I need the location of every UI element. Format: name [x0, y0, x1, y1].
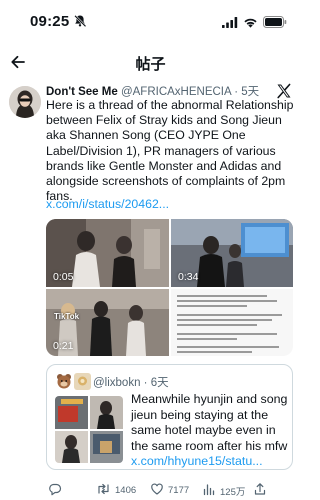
signal-icon — [222, 15, 238, 33]
media-video-2[interactable]: 0:34 — [171, 219, 293, 287]
retweet-button[interactable]: 1406 — [96, 482, 136, 499]
screenshot-text-lines — [171, 289, 293, 356]
tweet-text: Here is a thread of the abnormal Relatio… — [46, 98, 294, 204]
media-grid: 0:05 0:34 TikTok 0:21 — [46, 219, 293, 356]
handle-and-time[interactable]: @AFRICAxHENECIA · 5天 — [121, 86, 259, 98]
retweet-count: 1406 — [115, 485, 137, 496]
like-icon — [150, 482, 164, 499]
bell-slash-icon — [73, 14, 87, 28]
like-count: 7177 — [168, 485, 190, 496]
quoted-avatar — [55, 372, 73, 390]
header: 帖子 — [0, 44, 301, 80]
tiktok-watermark: TikTok — [54, 312, 80, 321]
media-video-3[interactable]: TikTok 0:21 — [46, 289, 169, 356]
video-duration: 0:05 — [53, 271, 74, 283]
share-icon — [253, 482, 267, 499]
media-screenshot[interactable] — [171, 289, 293, 356]
quoted-avatar-decor — [74, 373, 91, 395]
retweet-icon — [96, 482, 111, 499]
status-icons — [222, 15, 287, 33]
tweet-header: Don't See Me @AFRICAxHENECIA · 5天 — [46, 83, 271, 99]
quoted-text: Meanwhile hyunjin and song jieun being s… — [131, 392, 291, 469]
views-count: 125万 — [220, 486, 246, 498]
page-title: 帖子 — [135, 56, 166, 73]
quoted-tweet[interactable]: @lixbokn · 6天 Meanwhile hyunjin and song… — [46, 364, 293, 470]
reply-button[interactable] — [48, 482, 62, 499]
avatar[interactable] — [9, 86, 41, 118]
quoted-body: Meanwhile hyunjin and song jieun being s… — [131, 392, 288, 453]
battery-icon — [263, 15, 287, 33]
action-bar: 1406 7177 125万 — [0, 478, 301, 500]
reply-icon — [48, 482, 62, 499]
tweet-link[interactable]: x.com/i/status/20462... — [46, 197, 169, 211]
views-icon — [202, 482, 216, 499]
quoted-media — [55, 396, 123, 463]
status-bar: 09:25 — [0, 0, 301, 44]
quoted-handle-and-time: @lixbokn · 6天 — [93, 377, 169, 389]
media-video-1[interactable]: 0:05 — [46, 219, 169, 287]
video-duration: 0:34 — [178, 271, 199, 283]
display-name[interactable]: Don't See Me — [46, 86, 118, 98]
status-time: 09:25 — [30, 13, 70, 30]
share-button[interactable] — [253, 482, 267, 499]
video-duration: 0:21 — [53, 340, 74, 352]
quoted-link[interactable]: x.com/hhyune15/statu... — [131, 454, 263, 468]
wifi-icon — [243, 15, 258, 33]
views-button[interactable]: 125万 — [202, 482, 245, 499]
like-button[interactable]: 7177 — [150, 482, 189, 499]
